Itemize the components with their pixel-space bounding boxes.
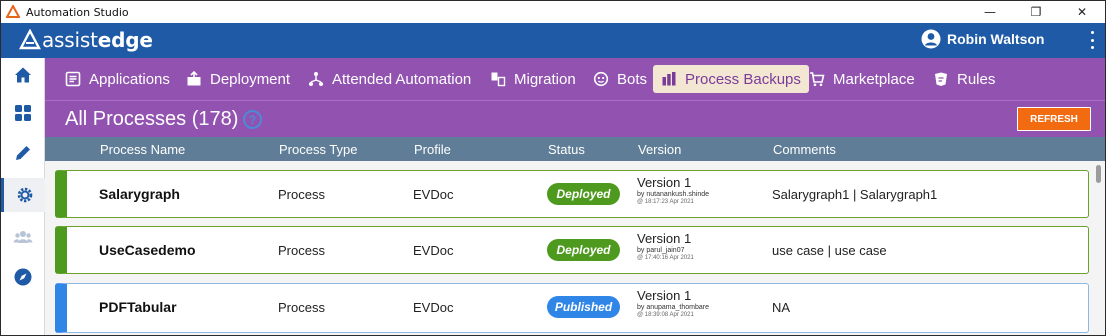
logo-text-edge: edge (97, 28, 153, 52)
tab-rules[interactable]: Rules (925, 65, 1003, 93)
bot-icon (593, 71, 609, 87)
app-icon (6, 5, 20, 18)
column-header-version[interactable]: Version (638, 142, 681, 157)
column-header-profile[interactable]: Profile (414, 142, 451, 157)
process-name: PDFTabular (99, 299, 177, 315)
column-header-comments[interactable]: Comments (773, 142, 836, 157)
version-label: Version 1 (637, 175, 692, 190)
deployment-icon (187, 71, 201, 86)
tab-migration[interactable]: Migration (482, 65, 584, 93)
minimize-button[interactable]: — (967, 1, 1013, 23)
logo-mark-icon (19, 29, 41, 50)
version-label: Version 1 (637, 288, 692, 303)
sidebar (1, 58, 45, 335)
page-title: All Processes (178) (65, 108, 239, 130)
process-comments: Salarygraph1 | Salarygraph1 (772, 187, 938, 202)
process-type: Process (278, 243, 325, 258)
tab-label: Rules (957, 70, 996, 88)
sidebar-item-team[interactable] (1, 220, 45, 254)
sidebar-item-settings[interactable] (1, 178, 45, 212)
status-badge: Deployed (547, 239, 620, 261)
dashboard-icon (15, 105, 31, 121)
tab-bots[interactable]: Bots (585, 65, 655, 93)
sidebar-item-explore[interactable] (1, 260, 45, 294)
title-bar: Automation Studio — ❐ ✕ (1, 1, 1105, 23)
tab-label: Deployment (210, 70, 291, 88)
gear-icon (17, 187, 32, 203)
version-author: by nutanankush.shinde (637, 191, 709, 198)
process-profile: EVDoc (413, 243, 454, 258)
column-header-process-type[interactable]: Process Type (279, 142, 358, 157)
attended-automation-icon (309, 72, 323, 86)
version-timestamp: @ 17:40:16 Apr 2021 (637, 255, 694, 261)
user-menu[interactable]: Robin Waltson (921, 29, 1044, 49)
compass-icon (14, 268, 32, 286)
scrollbar-thumb[interactable] (1096, 165, 1101, 183)
pencil-icon (16, 146, 30, 160)
cart-icon (810, 72, 825, 87)
window-controls: — ❐ ✕ (967, 1, 1105, 23)
sidebar-item-dashboard[interactable] (1, 96, 45, 130)
brand-bar: assist edge Robin Waltson (1, 23, 1105, 58)
tab-attended-automation[interactable]: Attended Automation (300, 65, 479, 93)
table-row[interactable]: Salarygraph Process EVDoc Deployed Versi… (55, 170, 1089, 218)
process-name: UseCasedemo (99, 242, 196, 258)
app-window: Automation Studio — ❐ ✕ assist edge Robin… (0, 0, 1106, 336)
column-header-process-name[interactable]: Process Name (100, 142, 185, 157)
tab-label: Migration (514, 70, 576, 88)
sidebar-item-home[interactable] (1, 58, 45, 92)
more-menu-icon[interactable] (1089, 31, 1095, 49)
version-timestamp: @ 18:39:08 Apr 2021 (637, 312, 694, 318)
tab-label: Process Backups (685, 70, 801, 88)
rules-icon (935, 72, 947, 86)
help-icon[interactable]: ? (243, 110, 262, 129)
table-header: Process Name Process Type Profile Status… (45, 137, 1105, 161)
process-profile: EVDoc (413, 300, 454, 315)
table-row[interactable]: UseCasedemo Process EVDoc Deployed Versi… (55, 226, 1089, 274)
process-comments: NA (772, 300, 791, 315)
version-timestamp: @ 18:17:23 Apr 2021 (637, 199, 694, 205)
applications-icon (65, 71, 81, 87)
user-name: Robin Waltson (947, 31, 1045, 47)
version-info: Version 1 by parul_jain07 @ 17:40:16 Apr… (637, 231, 694, 261)
process-backups-icon (662, 72, 676, 86)
tab-label: Bots (617, 70, 648, 88)
home-icon (15, 67, 31, 83)
logo-text-assist: assist (42, 28, 98, 52)
version-author: by anupama_thombare (637, 304, 709, 311)
table-row[interactable]: PDFTabular Process EVDoc Published Versi… (55, 283, 1089, 333)
tab-process-backups[interactable]: Process Backups (653, 65, 809, 93)
avatar-icon (921, 29, 941, 49)
process-type: Process (278, 187, 325, 202)
version-info: Version 1 by anupama_thombare @ 18:39:08… (637, 288, 709, 318)
tab-deployment[interactable]: Deployment (178, 65, 298, 93)
tab-label: Marketplace (833, 70, 915, 88)
logo: assist edge (19, 28, 153, 52)
column-header-status[interactable]: Status (548, 142, 585, 157)
status-badge: Deployed (547, 183, 620, 205)
tab-marketplace[interactable]: Marketplace (801, 65, 923, 93)
window-title: Automation Studio (26, 5, 129, 19)
version-author: by parul_jain07 (637, 247, 685, 254)
version-label: Version 1 (637, 231, 692, 246)
sidebar-item-editor[interactable] (1, 136, 45, 170)
migration-icon (491, 72, 506, 87)
maximize-button[interactable]: ❐ (1013, 1, 1059, 23)
process-type: Process (278, 300, 325, 315)
page-header: All Processes (178) ? REFRESH (45, 100, 1105, 137)
process-profile: EVDoc (413, 187, 454, 202)
close-button[interactable]: ✕ (1059, 1, 1105, 23)
process-comments: use case | use case (772, 243, 887, 258)
refresh-button[interactable]: REFRESH (1017, 107, 1091, 131)
tab-applications[interactable]: Applications (57, 65, 178, 93)
vertical-scrollbar[interactable] (1092, 161, 1105, 335)
version-info: Version 1 by nutanankush.shinde @ 18:17:… (637, 175, 709, 205)
status-badge: Published (547, 296, 620, 318)
main-nav: Applications Deployment Attended Automat… (45, 58, 1105, 100)
tab-label: Applications (89, 70, 170, 88)
team-icon (13, 231, 33, 243)
process-name: Salarygraph (99, 186, 180, 202)
tab-label: Attended Automation (332, 70, 472, 88)
